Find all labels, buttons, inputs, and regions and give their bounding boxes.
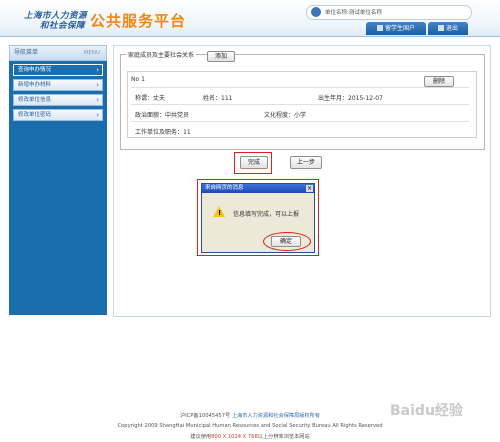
- footer-line3: 建议使用800 X 1024 X 768以上分辨率浏览本网站: [190, 434, 310, 440]
- dialog-title-bar: 来自网页的消息 ×: [202, 184, 314, 193]
- logout-button[interactable]: 退出: [428, 22, 468, 35]
- logo-line2: 和社会保障: [40, 21, 86, 31]
- footer-line2: Copyright 2009 ShangHai Municipal Human …: [117, 423, 383, 429]
- sidebar-menu-label: MENU: [83, 50, 100, 56]
- copyright-link[interactable]: 上海市人力资源和社会保障局版权所有: [232, 413, 320, 419]
- chevron-right-icon: ›: [96, 81, 99, 89]
- user-name: 单位名称:测试单位名称: [325, 10, 382, 16]
- politics-field: 政治面貌：中共党员: [135, 112, 190, 119]
- tab-intl-student[interactable]: 留学生国户: [366, 22, 426, 35]
- user-icon: [311, 7, 321, 17]
- birth-field: 出生年月：2015-12-07: [318, 95, 383, 102]
- prev-step-button[interactable]: 上一步: [290, 156, 322, 169]
- dialog-message: 信息填写完成，可以上报: [233, 211, 300, 218]
- warning-mark-icon: !: [218, 209, 222, 217]
- sidebar-item-edit-info[interactable]: 修改单位信息 ›: [13, 94, 103, 106]
- exit-icon: [437, 25, 444, 31]
- chevron-right-icon: ›: [96, 111, 99, 119]
- work-field: 工作单位及职务：11: [135, 129, 191, 136]
- record-number: No 1: [131, 76, 145, 83]
- resolution-text: 800 X 1024 X 768: [211, 434, 258, 440]
- sidebar-item-add[interactable]: 新增申办材料 ›: [13, 79, 103, 91]
- panel-title: 家庭成员及主要社会关系: [126, 50, 197, 59]
- platform-title: 公共服务平台: [90, 12, 187, 30]
- sidebar-item-query[interactable]: 查询申办情况 ›: [13, 64, 103, 76]
- chevron-right-icon: ›: [96, 96, 99, 104]
- user-info-box: 单位名称:测试单位名称: [306, 5, 472, 20]
- finish-button[interactable]: 完成: [240, 156, 268, 169]
- divider: [131, 121, 469, 122]
- sidebar: 导航菜单 MENU 查询申办情况 › 新增申办材料 › 修改单位信息 › 修改单位密码…: [9, 45, 107, 315]
- name-field: 姓名：111: [203, 95, 233, 102]
- icp-number: 沪ICP备10045457号: [179, 413, 231, 419]
- doc-icon: [376, 25, 383, 31]
- dialog-title: 来自网页的消息: [205, 185, 244, 191]
- delete-button[interactable]: 删除: [424, 76, 454, 87]
- sidebar-item-edit-password[interactable]: 修改单位密码 ›: [13, 109, 103, 121]
- sidebar-header: 导航菜单 MENU: [9, 45, 107, 61]
- relation-field: 称谓：丈夫: [135, 95, 166, 102]
- add-button[interactable]: 添加: [207, 51, 235, 62]
- dialog-close-button[interactable]: ×: [306, 185, 313, 192]
- header: 上海市人力资源 和社会保障 公共服务平台 单位名称:测试单位名称 留学生国户 退…: [0, 0, 500, 37]
- watermark: Baidu经验: [390, 403, 463, 419]
- highlight-ok: [263, 232, 311, 251]
- chevron-right-icon: ›: [96, 66, 99, 74]
- sidebar-title: 导航菜单: [14, 49, 39, 56]
- divider: [131, 87, 469, 88]
- divider: [131, 104, 469, 105]
- education-field: 文化程度：小学: [264, 112, 307, 119]
